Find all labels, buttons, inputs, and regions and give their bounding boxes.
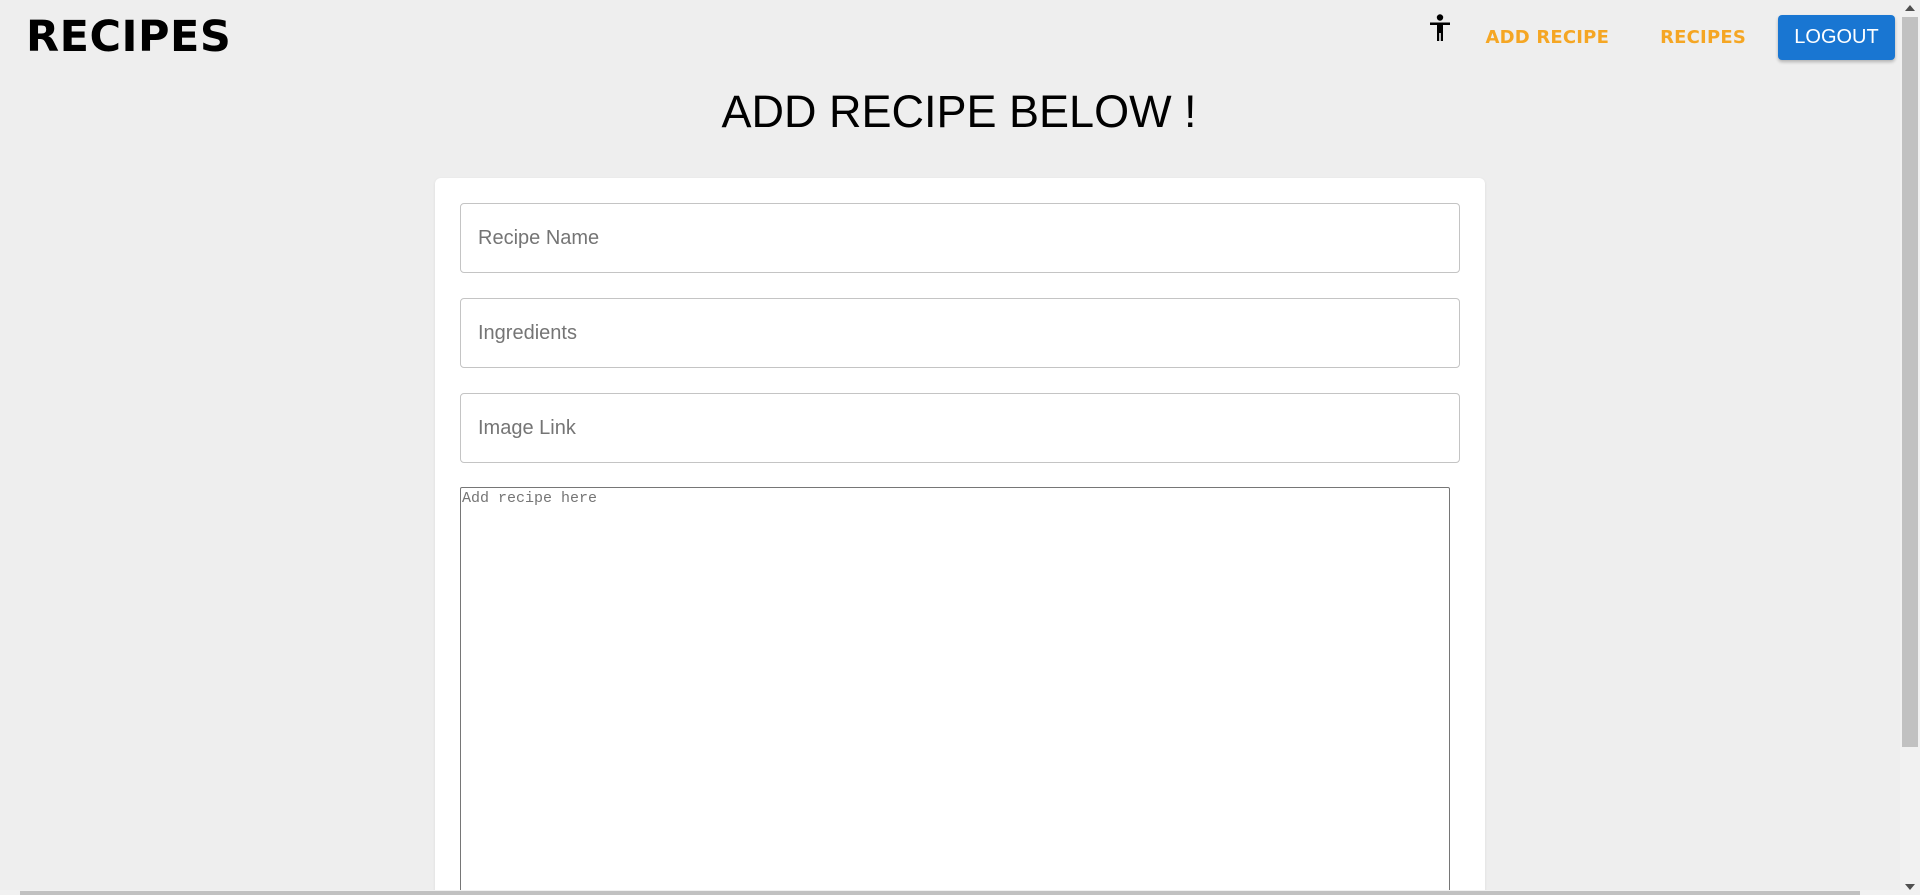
accessibility-button[interactable]: [1423, 11, 1457, 45]
page: RECIPES ADD RECIPE RECIPES LOGOUT ADD RE…: [0, 0, 1920, 895]
nav-recipes-link[interactable]: RECIPES: [1660, 27, 1746, 48]
ingredients-input[interactable]: [460, 298, 1460, 368]
top-nav: ADD RECIPE RECIPES LOGOUT: [1423, 14, 1895, 60]
scroll-down-arrow-icon[interactable]: [1905, 884, 1915, 890]
vertical-scrollbar-thumb[interactable]: [1902, 17, 1918, 747]
horizontal-scrollbar-thumb[interactable]: [20, 891, 1860, 895]
accessibility-person-icon: [1430, 14, 1451, 41]
image-link-input[interactable]: [460, 393, 1460, 463]
page-title: ADD RECIPE BELOW !: [721, 86, 1197, 137]
nav-add-recipe-link[interactable]: ADD RECIPE: [1485, 27, 1609, 48]
horizontal-scrollbar[interactable]: [0, 890, 1900, 895]
recipe-text-area[interactable]: [460, 487, 1450, 895]
brand-logo[interactable]: RECIPES: [26, 12, 231, 62]
vertical-scrollbar[interactable]: [1900, 0, 1920, 895]
recipe-name-input[interactable]: [460, 203, 1460, 273]
logout-button[interactable]: LOGOUT: [1778, 14, 1895, 60]
add-recipe-form: [435, 178, 1485, 895]
scroll-up-arrow-icon[interactable]: [1905, 5, 1915, 11]
